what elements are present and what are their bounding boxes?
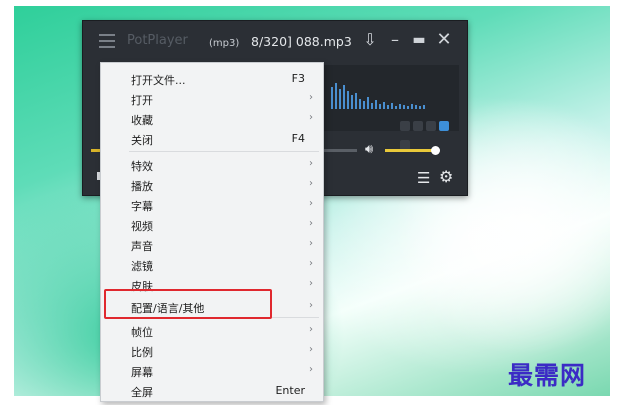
menu-hamburger-icon[interactable]: [99, 34, 115, 48]
menu-item[interactable]: 播放 ›: [101, 175, 323, 195]
visualizer-bar: [415, 105, 417, 109]
menu-item[interactable]: 视频 ›: [101, 215, 323, 235]
close-icon[interactable]: ✕: [435, 31, 453, 49]
pin-icon[interactable]: ⇩: [361, 31, 379, 49]
context-menu: 打开文件... F3 打开 › 收藏 › 关闭 F4 特效 › 播放 › 字幕 › 视频 › 声音 › 滤镜 › 皮肤 ›…: [100, 62, 324, 402]
volume-knob[interactable]: [430, 146, 440, 155]
menu-item[interactable]: 比例 ›: [101, 341, 323, 361]
submenu-arrow-icon: ›: [309, 158, 313, 169]
menu-item-label: 声音: [131, 240, 153, 253]
playlist-icon[interactable]: ☰: [417, 169, 430, 187]
visualizer-bar: [403, 105, 405, 109]
submenu-arrow-icon: ›: [309, 364, 313, 375]
app-title: PotPlayer: [127, 33, 188, 48]
minimize-icon[interactable]: –: [386, 31, 404, 49]
menu-item[interactable]: 打开 ›: [101, 89, 323, 109]
menu-item[interactable]: 字幕 ›: [101, 195, 323, 215]
visualizer-bar: [347, 91, 349, 109]
menu-item[interactable]: 关闭 F4: [101, 129, 323, 149]
menu-item-label: 全屏: [131, 386, 153, 399]
menu-item-label: 关闭: [131, 134, 153, 147]
menu-item[interactable]: 打开文件... F3: [101, 69, 323, 89]
submenu-arrow-icon: ›: [309, 178, 313, 189]
viz-mode-button[interactable]: [413, 121, 423, 131]
audio-visualizer: [331, 79, 461, 109]
menu-item-label: 收藏: [131, 114, 153, 127]
submenu-arrow-icon: ›: [309, 218, 313, 229]
visualizer-bar: [371, 103, 373, 109]
visualizer-bar: [351, 95, 353, 109]
maximize-icon[interactable]: ▬: [410, 31, 428, 49]
menu-item-shortcut: F4: [291, 132, 305, 145]
title-bar[interactable]: PotPlayer (mp3) 8/320] 088.mp3 ⇩ – ▬ ✕: [83, 21, 467, 61]
submenu-arrow-icon: ›: [309, 344, 313, 355]
watermark-logo: 最需网: [508, 361, 587, 390]
submenu-arrow-icon: ›: [309, 258, 313, 269]
visualizer-bar: [387, 105, 389, 109]
submenu-arrow-icon: ›: [309, 300, 313, 311]
menu-item[interactable]: 滤镜 ›: [101, 255, 323, 275]
track-title: 8/320] 088.mp3: [251, 34, 352, 49]
submenu-arrow-icon: ›: [309, 92, 313, 103]
visualizer-bar: [391, 103, 393, 109]
menu-item[interactable]: 声音 ›: [101, 235, 323, 255]
menu-item[interactable]: 屏幕 ›: [101, 361, 323, 381]
menu-item-label: 帧位: [131, 326, 153, 339]
visualizer-bar: [395, 106, 397, 109]
submenu-arrow-icon: ›: [309, 278, 313, 289]
menu-item-label: 滤镜: [131, 260, 153, 273]
menu-item-label: 屏幕: [131, 366, 153, 379]
menu-item-label: 视频: [131, 220, 153, 233]
viz-mode-button[interactable]: [426, 121, 436, 131]
visualizer-bar: [411, 104, 413, 109]
menu-item[interactable]: 特效 ›: [101, 155, 323, 175]
visualizer-buttons: [400, 116, 459, 150]
visualizer-bar: [363, 101, 365, 109]
menu-item[interactable]: 全屏 Enter: [101, 381, 323, 401]
highlight-box: [104, 289, 272, 319]
viz-mode-button-active[interactable]: [439, 121, 449, 131]
visualizer-bar: [335, 83, 337, 109]
volume-slider[interactable]: [385, 146, 440, 155]
visualizer-bar: [379, 104, 381, 109]
submenu-arrow-icon: ›: [309, 112, 313, 123]
visualizer-bar: [339, 89, 341, 109]
visualizer-bar: [375, 100, 377, 109]
visualizer-bar: [367, 97, 369, 109]
visualizer-bar: [359, 99, 361, 109]
visualizer-bar: [419, 106, 421, 109]
menu-item-label: 字幕: [131, 200, 153, 213]
visualizer-bar: [355, 93, 357, 109]
visualizer-bar: [331, 87, 333, 109]
menu-separator: [129, 151, 319, 152]
menu-item-label: 播放: [131, 180, 153, 193]
submenu-arrow-icon: ›: [309, 324, 313, 335]
menu-item-label: 打开文件...: [131, 74, 186, 87]
menu-item-shortcut: F3: [291, 72, 305, 85]
menu-item-label: 特效: [131, 160, 153, 173]
volume-level: [385, 149, 435, 152]
visualizer-bar: [343, 85, 345, 109]
menu-item[interactable]: 帧位 ›: [101, 321, 323, 341]
menu-item-shortcut: Enter: [275, 384, 305, 397]
menu-item-label: 比例: [131, 346, 153, 359]
speaker-icon[interactable]: 🔊︎: [365, 142, 373, 157]
submenu-arrow-icon: ›: [309, 238, 313, 249]
gear-icon[interactable]: ⚙︎: [439, 167, 453, 186]
submenu-arrow-icon: ›: [309, 198, 313, 209]
menu-item[interactable]: 收藏 ›: [101, 109, 323, 129]
visualizer-bar: [399, 104, 401, 109]
file-format-label: (mp3): [209, 38, 240, 49]
visualizer-bar: [383, 102, 385, 109]
visualizer-bar: [423, 105, 425, 109]
visualizer-bar: [407, 106, 409, 109]
menu-item-label: 打开: [131, 94, 153, 107]
viz-mode-button[interactable]: [400, 121, 410, 131]
